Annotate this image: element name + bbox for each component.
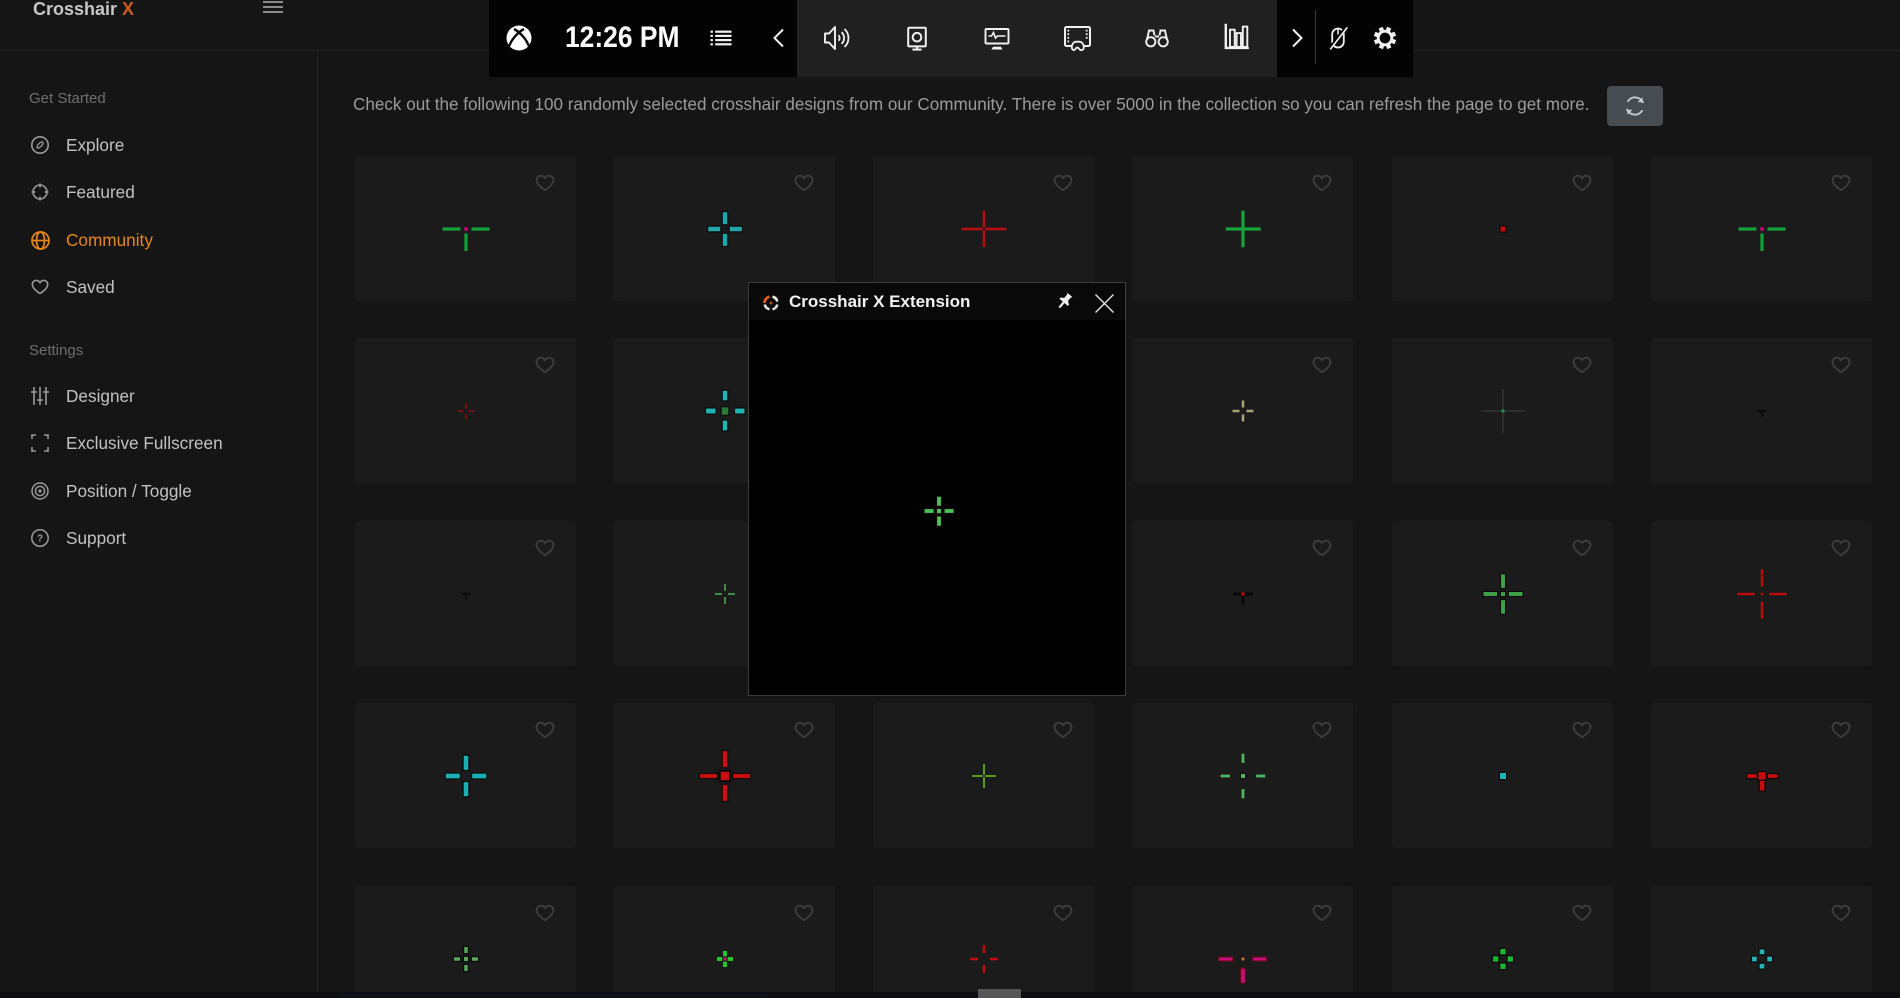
svg-text:?: ? [37,534,43,545]
